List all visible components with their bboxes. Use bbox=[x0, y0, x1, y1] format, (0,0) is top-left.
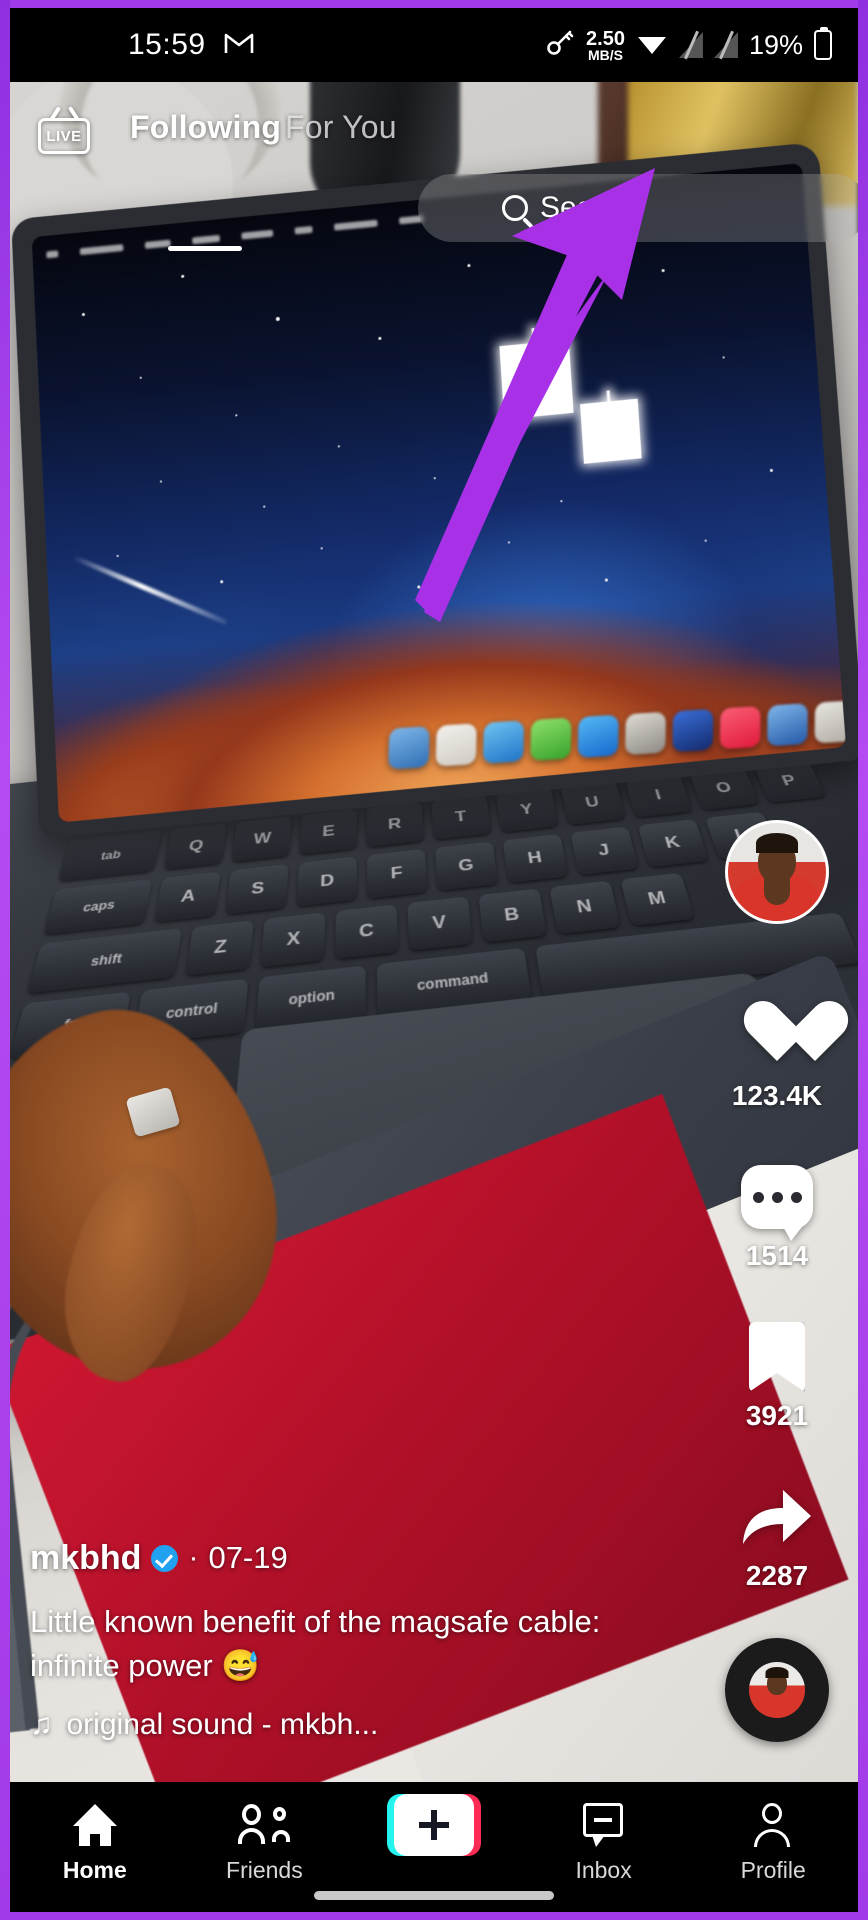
music-disc-button[interactable] bbox=[712, 1638, 842, 1742]
music-disc-icon bbox=[725, 1638, 829, 1742]
wifi-icon bbox=[636, 30, 668, 61]
nav-item-inbox[interactable]: Inbox bbox=[529, 1800, 679, 1884]
nav-item-friends[interactable]: Friends bbox=[189, 1800, 339, 1884]
network-speed-unit: MB/S bbox=[587, 46, 623, 63]
network-speed-value: 2.50 bbox=[586, 27, 625, 50]
avatar bbox=[725, 820, 829, 924]
friends-icon bbox=[238, 1804, 291, 1846]
status-bar: 15:59 2.50 MB/S 19% bbox=[10, 8, 858, 82]
comment-icon bbox=[741, 1165, 813, 1241]
share-arrow-icon bbox=[737, 1484, 817, 1550]
laptop-screen bbox=[31, 163, 847, 823]
screenshot-border-bottom bbox=[0, 1912, 868, 1920]
battery-icon bbox=[814, 27, 832, 60]
status-time: 15:59 bbox=[128, 28, 206, 61]
music-note-icon: ♫ bbox=[30, 1708, 53, 1741]
comment-count: 1514 bbox=[745, 1240, 809, 1271]
heart-icon bbox=[740, 1003, 814, 1071]
search-icon bbox=[502, 195, 528, 221]
laptop-lid bbox=[11, 141, 858, 839]
live-button[interactable]: LIVE bbox=[36, 110, 92, 162]
screenshot-border-right bbox=[858, 0, 868, 1920]
bookmark-button[interactable]: 3921 bbox=[712, 1318, 842, 1432]
nav-label-friends: Friends bbox=[226, 1857, 303, 1883]
music-row[interactable]: ♫ original sound - mkbh... bbox=[30, 1708, 610, 1742]
status-bar-right: 2.50 MB/S 19% bbox=[547, 27, 832, 62]
create-plus-icon bbox=[386, 1794, 481, 1856]
inbox-icon bbox=[582, 1803, 625, 1847]
nav-label-profile: Profile bbox=[740, 1857, 806, 1883]
bookmark-icon bbox=[749, 1322, 805, 1392]
signal-no-sim-icon bbox=[678, 30, 703, 60]
tab-for-you[interactable]: For You bbox=[285, 109, 397, 146]
active-tab-indicator bbox=[168, 246, 242, 251]
nav-label-home: Home bbox=[62, 1857, 127, 1883]
share-count: 2287 bbox=[745, 1560, 809, 1591]
profile-icon bbox=[753, 1803, 793, 1847]
search-button[interactable]: Search bbox=[418, 174, 868, 242]
verified-badge-icon bbox=[151, 1544, 179, 1572]
nav-label-inbox: Inbox bbox=[575, 1857, 632, 1883]
network-speed: 2.50 MB/S bbox=[586, 29, 625, 62]
gmail-icon bbox=[224, 31, 254, 60]
action-rail: 123.4K 1514 3921 2287 bbox=[712, 820, 842, 1742]
nav-item-home[interactable]: Home bbox=[20, 1800, 170, 1884]
search-label: Search bbox=[540, 191, 636, 224]
star-spike bbox=[579, 398, 642, 464]
screenshot-border-left bbox=[0, 0, 10, 1920]
status-bar-left: 15:59 bbox=[128, 28, 254, 62]
live-tv-icon: LIVE bbox=[38, 118, 90, 154]
video-caption: mkbhd · 07-19 Little known benefit of th… bbox=[30, 1539, 610, 1742]
key-icon bbox=[547, 30, 575, 61]
share-button[interactable]: 2287 bbox=[712, 1478, 842, 1592]
nav-item-profile[interactable]: Profile bbox=[698, 1800, 848, 1884]
author-avatar-button[interactable] bbox=[725, 820, 829, 924]
caption-text[interactable]: Little known benefit of the magsafe cabl… bbox=[30, 1600, 610, 1688]
bottom-navigation: Home Friends Inbox Profile bbox=[10, 1782, 858, 1912]
tab-following[interactable]: Following bbox=[130, 109, 281, 146]
signal-no-sim-icon bbox=[713, 30, 738, 60]
caption-header: mkbhd · 07-19 bbox=[30, 1539, 610, 1578]
post-date: 07-19 bbox=[208, 1540, 288, 1576]
like-count: 123.4K bbox=[731, 1080, 823, 1111]
live-label: LIVE bbox=[46, 127, 82, 145]
top-navigation: LIVE Following For You Search bbox=[10, 82, 868, 251]
like-button[interactable]: 123.4K bbox=[712, 998, 842, 1112]
star-spike bbox=[499, 339, 575, 420]
battery-percent: 19% bbox=[748, 29, 803, 60]
phone-screen: esc12 345 678 90 tabQW ERT YUI OP capsAS… bbox=[0, 0, 868, 1920]
caption-separator: · bbox=[188, 1541, 199, 1575]
comment-button[interactable]: 1514 bbox=[712, 1158, 842, 1272]
screenshot-border-top bbox=[0, 0, 868, 8]
bookmark-count: 3921 bbox=[745, 1400, 809, 1431]
home-icon bbox=[72, 1804, 117, 1846]
author-username[interactable]: mkbhd bbox=[30, 1539, 141, 1578]
music-title: original sound - mkbh... bbox=[66, 1708, 379, 1741]
nav-item-create[interactable] bbox=[359, 1794, 509, 1857]
home-indicator bbox=[314, 1891, 554, 1900]
